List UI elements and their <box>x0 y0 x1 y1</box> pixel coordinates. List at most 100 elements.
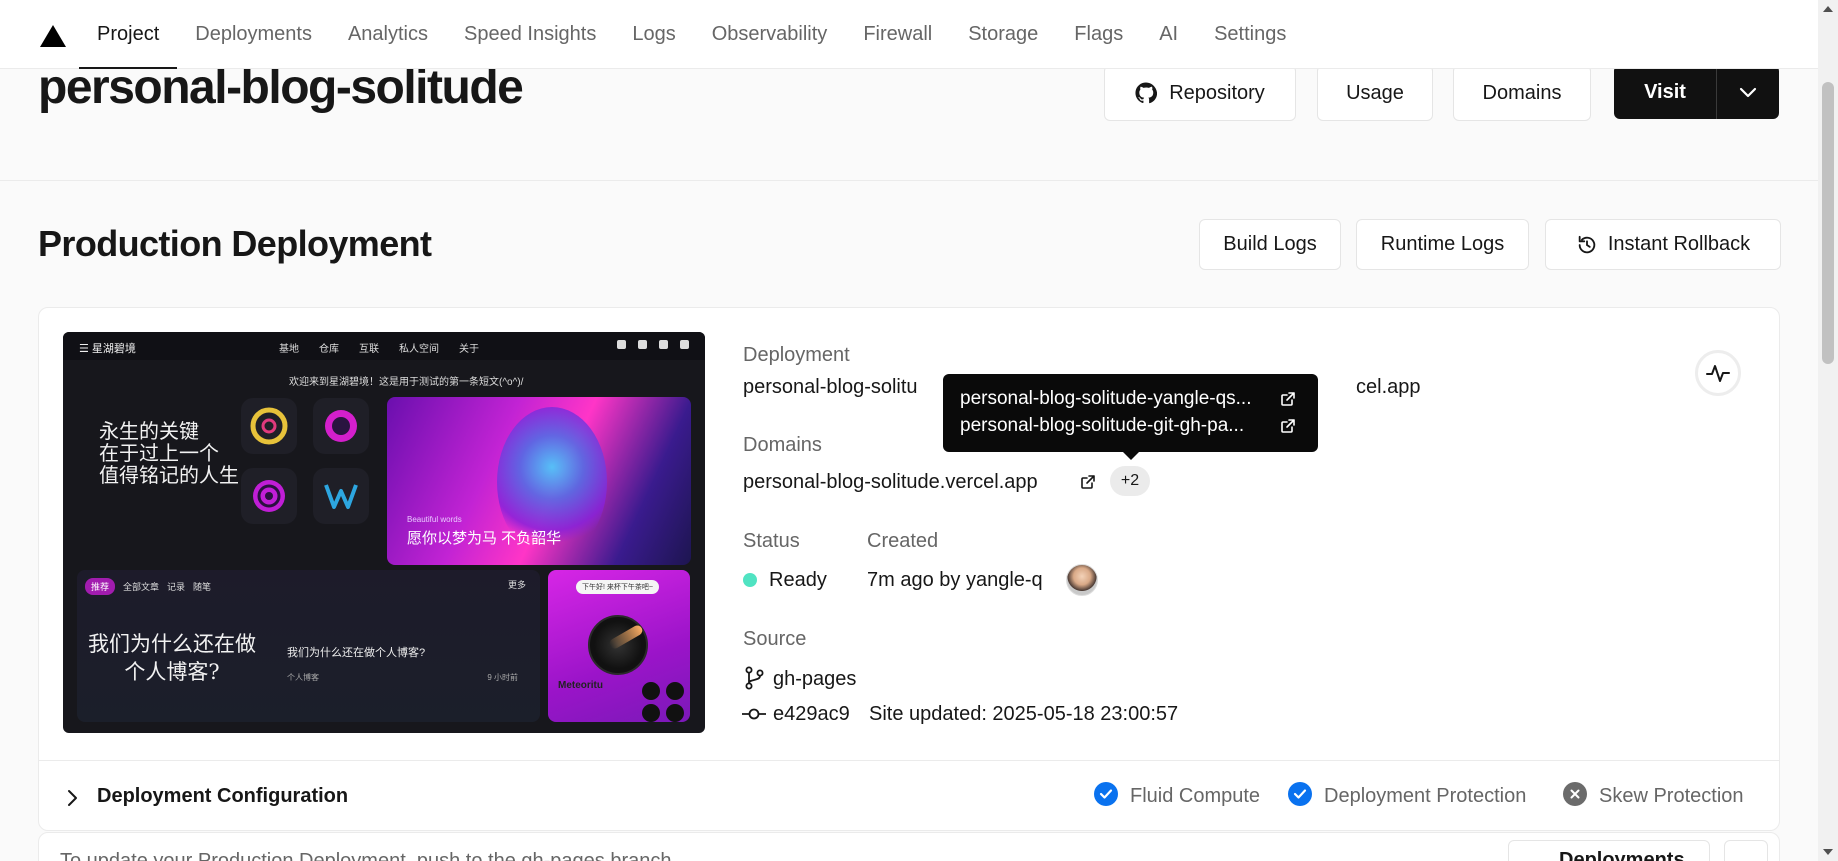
activity-icon <box>1706 365 1730 382</box>
tab-project[interactable]: Project <box>79 0 178 69</box>
preview-side-name: Meteoritu <box>558 680 603 691</box>
tab-observability[interactable]: Observability <box>694 0 846 69</box>
domains-section-label: Domains <box>743 434 822 456</box>
chevron-right-icon[interactable] <box>65 788 79 808</box>
tab-speed-insights[interactable]: Speed Insights <box>446 0 614 69</box>
production-deployment-heading: Production Deployment <box>38 223 432 264</box>
preview-tab: 全部文章 <box>123 582 160 592</box>
vercel-logo-icon[interactable] <box>40 25 66 47</box>
page-scrollbar[interactable] <box>1818 0 1838 861</box>
usage-label: Usage <box>1346 81 1404 104</box>
preview-post-title: 我们为什么还在做个人博客? <box>287 647 426 659</box>
preview-github-icon <box>313 398 369 454</box>
more-domains-badge[interactable]: +2 <box>1110 466 1150 496</box>
preview-hero-caption: 愿你以梦为马 不负韶华 <box>407 530 562 547</box>
tooltip-domain-2[interactable]: personal-blog-solitude-git-gh-pa... <box>960 415 1244 437</box>
card-divider <box>39 760 1779 761</box>
check-icon <box>1094 782 1118 806</box>
tab-logs[interactable]: Logs <box>614 0 693 69</box>
runtime-logs-label: Runtime Logs <box>1380 233 1505 255</box>
feature-deployment-protection: Deployment Protection <box>1324 785 1527 807</box>
deployment-preview-screenshot[interactable]: ☰ 星湖碧境 基地 仓库 互联 私人空间 关于 欢迎来到星湖碧境！这是用于测试的… <box>63 332 705 733</box>
top-navigation: Project Deployments Analytics Speed Insi… <box>0 0 1818 69</box>
tab-firewall[interactable]: Firewall <box>845 0 950 69</box>
project-tabs: Project Deployments Analytics Speed Insi… <box>79 0 1304 69</box>
instant-rollback-label: Instant Rollback <box>1607 233 1751 255</box>
deployment-url-end[interactable]: cel.app <box>1356 376 1421 399</box>
instant-rollback-button[interactable]: Instant Rollback <box>1545 219 1781 270</box>
preview-menu-item: 互联 <box>359 344 379 355</box>
visit-dropdown-button[interactable] <box>1717 65 1779 119</box>
deployments-button[interactable]: Deployments <box>1508 840 1710 861</box>
preview-big-title: 我们为什么还在做 个人博客? <box>88 632 256 684</box>
domains-label: Domains <box>1482 81 1562 104</box>
tab-storage[interactable]: Storage <box>950 0 1056 69</box>
tooltip-domain-1[interactable]: personal-blog-solitude-yangle-qs... <box>960 388 1252 410</box>
preview-menu-item: 仓库 <box>319 344 339 355</box>
repository-label: Repository <box>1169 81 1265 104</box>
preview-more: 更多 <box>507 580 526 590</box>
created-label: Created <box>867 530 939 552</box>
domains-button[interactable]: Domains <box>1453 65 1591 121</box>
avatar[interactable] <box>1066 564 1098 596</box>
github-icon <box>1135 82 1158 104</box>
check-icon <box>1288 782 1312 806</box>
deployment-url[interactable]: personal-blog-solitu <box>743 376 918 399</box>
runtime-logs-button[interactable]: Runtime Logs <box>1356 219 1529 270</box>
git-branch-icon <box>745 666 764 690</box>
status-ready-dot <box>743 573 757 587</box>
tab-flags[interactable]: Flags <box>1056 0 1141 69</box>
preview-side-pill: 下午好! 来杯下午茶吧~ <box>576 580 659 594</box>
deployment-label: Deployment <box>743 344 850 366</box>
feature-skew-protection: Skew Protection <box>1599 785 1744 807</box>
build-logs-label: Build Logs <box>1223 233 1317 255</box>
tab-deployments[interactable]: Deployments <box>177 0 330 69</box>
deployment-configuration-toggle[interactable]: Deployment Configuration <box>97 785 348 808</box>
preview-hero-small: Beautiful words <box>407 515 462 524</box>
external-link-icon[interactable] <box>1280 418 1296 434</box>
status-label: Status <box>743 530 800 552</box>
preview-post-time: 9 小时前 <box>487 673 518 682</box>
preview-menu: 基地 仓库 互联 私人空间 关于 <box>279 340 479 355</box>
status-value: Ready <box>769 569 827 591</box>
commit-hash[interactable]: e429ac9 <box>773 703 850 726</box>
created-value: 7m ago by yangle-q <box>867 569 1043 591</box>
feature-fluid-compute: Fluid Compute <box>1130 785 1261 807</box>
preview-article-panel: 推荐 全部文章 记录 随笔 更多 我们为什么还在做 个人博客? 我们为什么还在做… <box>77 570 540 722</box>
rollback-icon <box>1578 235 1596 253</box>
production-deployment-card: ☰ 星湖碧境 基地 仓库 互联 私人空间 关于 欢迎来到星湖碧境！这是用于测试的… <box>38 307 1780 831</box>
repository-button[interactable]: Repository <box>1104 65 1296 121</box>
scroll-up-arrow-icon[interactable] <box>1823 6 1833 12</box>
build-logs-button[interactable]: Build Logs <box>1199 219 1341 270</box>
usage-button[interactable]: Usage <box>1317 65 1433 121</box>
source-label: Source <box>743 628 807 650</box>
git-commit-icon <box>742 708 766 720</box>
chevron-down-icon <box>1739 87 1757 98</box>
preview-tab: 随笔 <box>193 582 212 592</box>
preview-nav-icons <box>617 340 689 349</box>
update-info-text: To update your Production Deployment, pu… <box>60 850 672 861</box>
preview-menu-item: 私人空间 <box>399 344 439 355</box>
external-link-icon[interactable] <box>1080 474 1096 490</box>
visit-button[interactable]: Visit <box>1614 65 1717 119</box>
preview-side-widget: 下午好! 来杯下午茶吧~ Meteoritu <box>548 570 690 722</box>
preview-w-icon <box>313 468 369 524</box>
external-link-icon[interactable] <box>1280 391 1296 407</box>
tab-ai[interactable]: AI <box>1141 0 1196 69</box>
preview-chrome-icon <box>241 398 297 454</box>
preview-notice: 欢迎来到星湖碧境！这是用于测试的第一条短文(^o^)/ <box>289 377 524 388</box>
source-branch[interactable]: gh-pages <box>773 668 856 691</box>
book-icon[interactable] <box>1724 840 1768 861</box>
preview-slogan: 永生的关键 在于过上一个 值得铭记的人生 <box>99 419 239 487</box>
preview-tor-icon <box>241 468 297 524</box>
preview-post-meta: 个人博客 <box>287 673 319 682</box>
commit-message: Site updated: 2025-05-18 23:00:57 <box>869 703 1179 725</box>
activity-button[interactable] <box>1695 350 1741 396</box>
preview-article-tabs: 推荐 全部文章 记录 随笔 <box>85 578 211 595</box>
domain-link[interactable]: personal-blog-solitude.vercel.app <box>743 471 1038 494</box>
tab-settings[interactable]: Settings <box>1196 0 1304 69</box>
tab-analytics[interactable]: Analytics <box>330 0 446 69</box>
preview-tab: 记录 <box>167 582 186 592</box>
scroll-down-arrow-icon[interactable] <box>1823 849 1833 855</box>
scrollbar-thumb[interactable] <box>1822 82 1834 364</box>
